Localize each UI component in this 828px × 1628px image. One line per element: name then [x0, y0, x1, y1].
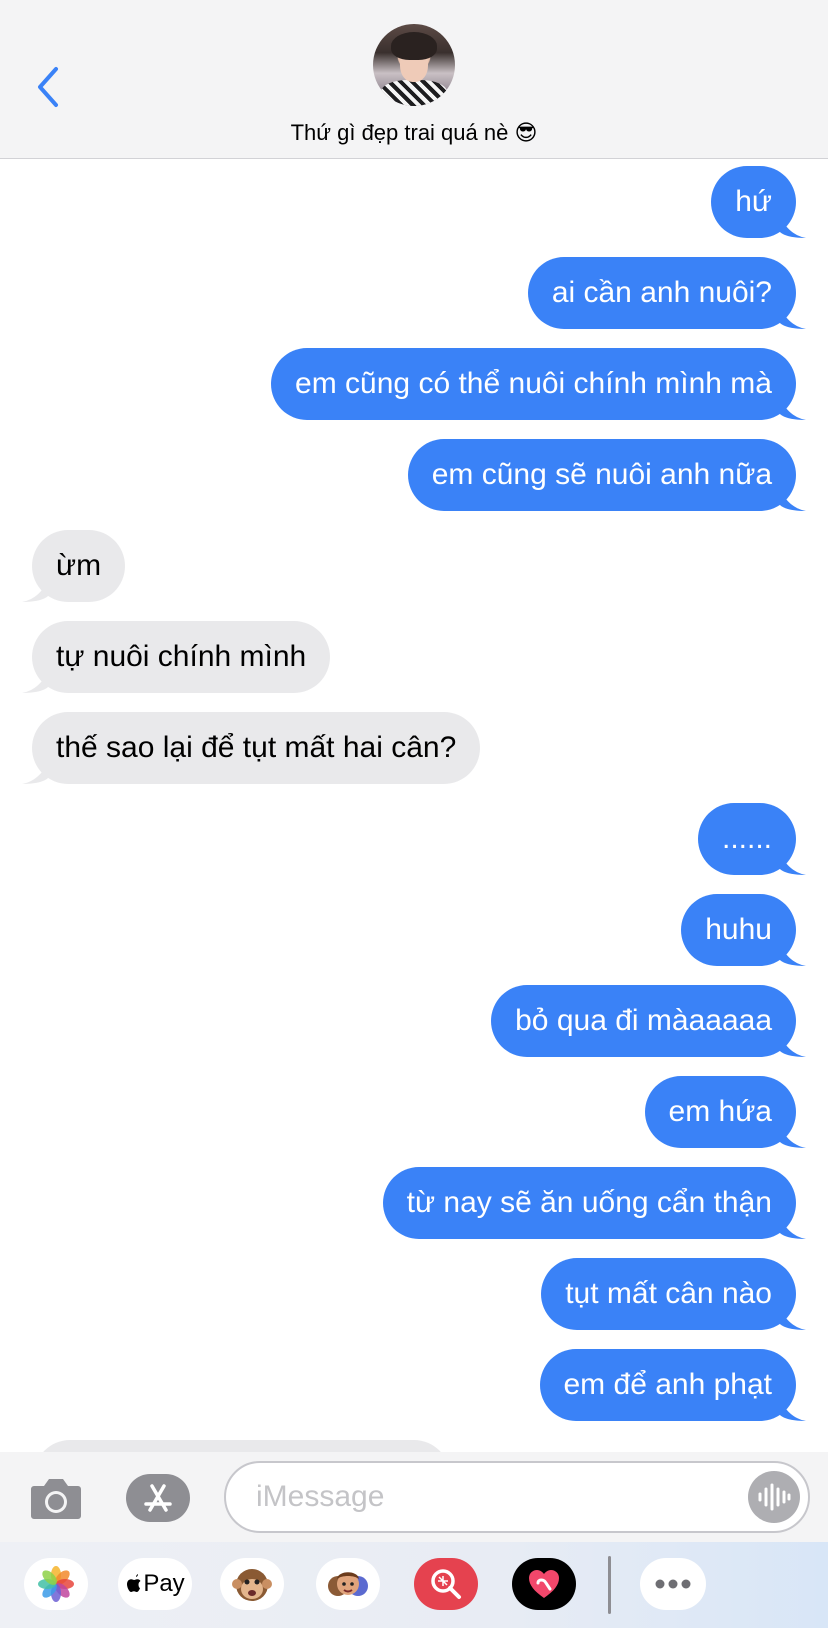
animoji-app-button[interactable]: [220, 1558, 284, 1610]
message-bubble-sent[interactable]: bỏ qua đi màaaaaa: [491, 985, 806, 1057]
apple-pay-button[interactable]: Pay: [118, 1558, 192, 1610]
audio-message-button[interactable]: [748, 1471, 800, 1523]
message-bubble-sent[interactable]: em cũng có thể nuôi chính mình mà: [271, 348, 806, 420]
image-search-icon: [431, 1569, 461, 1599]
message-bubble-received[interactable]: ừm: [22, 530, 126, 602]
bubble-tail: [780, 1031, 806, 1057]
message-bubble-sent[interactable]: em hứa: [644, 1076, 806, 1148]
more-icon: [655, 1579, 691, 1589]
message-bubble-sent[interactable]: em để anh phạt: [539, 1349, 806, 1421]
bubble-tail: [22, 576, 48, 602]
message-text: ai cần anh nuôi?: [551, 276, 772, 309]
app-strip-divider: [608, 1556, 611, 1614]
message-text: em cũng sẽ nuôi anh nữa: [431, 458, 772, 491]
camera-icon: [31, 1479, 81, 1519]
message-bubble-sent[interactable]: từ nay sẽ ăn uống cẩn thận: [382, 1167, 806, 1239]
message-text: em hứa: [668, 1095, 772, 1128]
digital-touch-button[interactable]: [512, 1558, 576, 1610]
message-text: thế sao lại để tụt mất hai cân?: [56, 731, 457, 764]
message-bubble-received[interactable]: tự nuôi chính mình: [22, 621, 331, 693]
message-text: tự nuôi chính mình: [56, 640, 307, 673]
monkey-memoji-icon: [232, 1569, 272, 1601]
message-bubble-sent[interactable]: huhu: [681, 894, 806, 966]
back-button[interactable]: [28, 62, 68, 112]
bubble-tail: [780, 1122, 806, 1148]
message-bubble-sent[interactable]: em cũng sẽ nuôi anh nữa: [407, 439, 806, 511]
message-bubble-sent[interactable]: hứ: [711, 166, 806, 238]
message-text: bỏ qua đi màaaaaa: [515, 1004, 772, 1037]
more-apps-button[interactable]: [640, 1558, 706, 1610]
message-text: hứ: [735, 185, 772, 218]
chevron-left-icon: [38, 67, 58, 107]
bubble-tail: [780, 940, 806, 966]
bubble-tail: [22, 667, 48, 693]
app-store-icon: [144, 1484, 172, 1512]
message-bubble-received[interactable]: thế sao lại để tụt mất hai cân?: [22, 712, 481, 784]
message-text: tụt mất cân nào: [565, 1277, 772, 1310]
bubble-tail: [22, 758, 48, 784]
message-text: em cũng có thể nuôi chính mình mà: [295, 367, 772, 400]
message-text: ừm: [56, 549, 102, 582]
photos-icon: [38, 1566, 74, 1602]
camera-button[interactable]: [28, 1470, 84, 1526]
digital-touch-icon: [529, 1570, 559, 1598]
message-bubble-sent[interactable]: tụt mất cân nào: [541, 1258, 806, 1330]
message-text: ......: [721, 822, 772, 855]
memoji-stickers-icon: [328, 1572, 368, 1596]
apple-logo-icon: [127, 1574, 141, 1592]
audio-waveform-icon: [758, 1483, 791, 1511]
memoji-stickers-button[interactable]: [316, 1558, 380, 1610]
message-text: em để anh phạt: [563, 1368, 773, 1401]
message-bubble-sent[interactable]: ......: [697, 803, 806, 875]
conversation-header: Thứ gì đẹp trai quá nè 😎: [0, 0, 828, 159]
app-drawer: Pay: [0, 1542, 828, 1628]
photos-app-button[interactable]: [24, 1558, 88, 1610]
compose-bar: iMessage: [0, 1452, 828, 1542]
image-search-button[interactable]: [414, 1558, 478, 1610]
message-text: huhu: [705, 913, 772, 946]
bubble-tail: [780, 1304, 806, 1330]
bubble-tail: [780, 1213, 806, 1239]
bubble-tail: [780, 394, 806, 420]
contact-avatar[interactable]: [373, 24, 455, 106]
bubble-tail: [780, 849, 806, 875]
bubble-tail: [780, 212, 806, 238]
message-text: từ nay sẽ ăn uống cẩn thận: [406, 1186, 772, 1219]
bubble-tail: [780, 485, 806, 511]
message-input[interactable]: iMessage: [224, 1461, 810, 1533]
apple-pay-label: Pay: [143, 1570, 185, 1597]
app-store-button[interactable]: [126, 1474, 190, 1522]
contact-name[interactable]: Thứ gì đẹp trai quá nè 😎: [0, 120, 828, 146]
message-input-placeholder: iMessage: [256, 1480, 385, 1513]
bubble-tail: [780, 303, 806, 329]
message-bubble-sent[interactable]: ai cần anh nuôi?: [527, 257, 806, 329]
bubble-tail: [780, 1395, 806, 1421]
